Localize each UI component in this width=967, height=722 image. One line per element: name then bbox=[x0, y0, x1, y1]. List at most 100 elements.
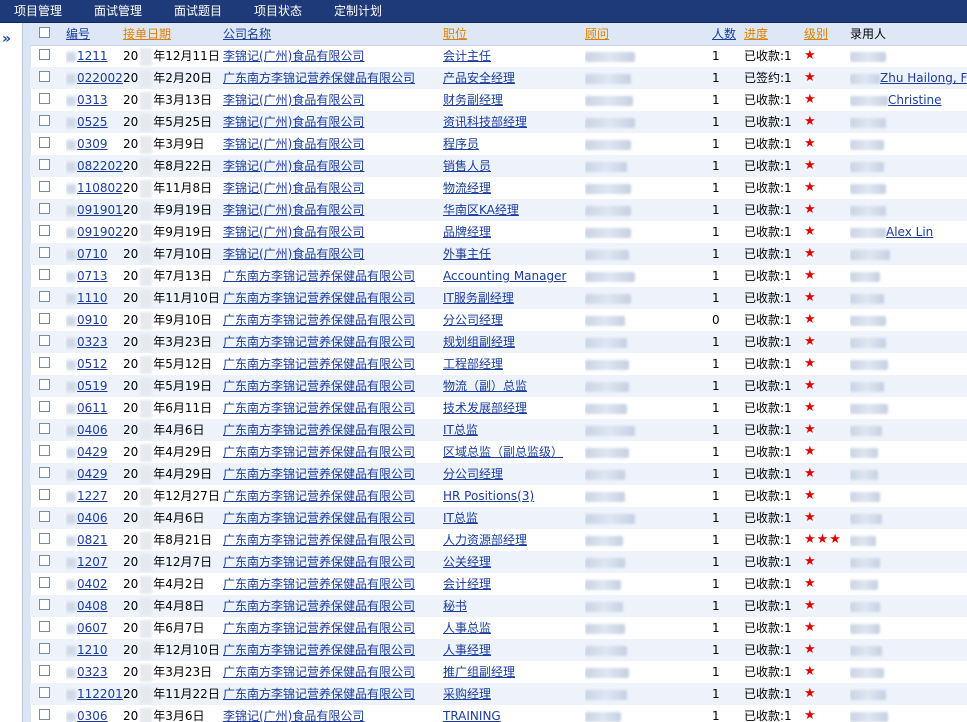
job-link[interactable]: 程序员 bbox=[443, 137, 479, 151]
row-checkbox[interactable] bbox=[39, 599, 50, 610]
project-id-link[interactable]: 0406 bbox=[77, 423, 108, 437]
row-checkbox[interactable] bbox=[39, 379, 50, 390]
company-link[interactable]: 广东南方李锦记营养保健品有限公司 bbox=[223, 555, 415, 569]
project-id-link[interactable]: 022002 bbox=[77, 71, 123, 85]
job-link[interactable]: 技术发展部经理 bbox=[443, 401, 527, 415]
job-link[interactable]: 会计主任 bbox=[443, 49, 491, 63]
job-link[interactable]: 区域总监（副总监级） bbox=[443, 445, 563, 459]
project-id-link[interactable]: 0821 bbox=[77, 533, 108, 547]
job-link[interactable]: 华南区KA经理 bbox=[443, 203, 519, 217]
company-link[interactable]: 李锦记(广州)食品有限公司 bbox=[223, 203, 364, 217]
job-link[interactable]: 分公司经理 bbox=[443, 467, 503, 481]
job-link[interactable]: IT总监 bbox=[443, 511, 478, 525]
company-link[interactable]: 广东南方李锦记营养保健品有限公司 bbox=[223, 423, 415, 437]
company-link[interactable]: 李锦记(广州)食品有限公司 bbox=[223, 181, 364, 195]
row-checkbox[interactable] bbox=[39, 49, 50, 60]
job-link[interactable]: 规划组副经理 bbox=[443, 335, 515, 349]
row-checkbox[interactable] bbox=[39, 269, 50, 280]
recorder-link[interactable]: Christine bbox=[888, 93, 942, 107]
project-id-link[interactable]: 0525 bbox=[77, 115, 108, 129]
project-id-link[interactable]: 0710 bbox=[77, 247, 108, 261]
job-link[interactable]: 会计经理 bbox=[443, 577, 491, 591]
job-link[interactable]: 采购经理 bbox=[443, 687, 491, 701]
row-checkbox[interactable] bbox=[39, 665, 50, 676]
company-link[interactable]: 广东南方李锦记营养保健品有限公司 bbox=[223, 687, 415, 701]
row-checkbox[interactable] bbox=[39, 687, 50, 698]
job-link[interactable]: 物流（副）总监 bbox=[443, 379, 527, 393]
company-link[interactable]: 李锦记(广州)食品有限公司 bbox=[223, 709, 364, 722]
job-link[interactable]: 物流经理 bbox=[443, 181, 491, 195]
project-id-link[interactable]: 091901 bbox=[77, 203, 123, 217]
company-link[interactable]: 广东南方李锦记营养保健品有限公司 bbox=[223, 577, 415, 591]
project-id-link[interactable]: 1110 bbox=[77, 291, 108, 305]
column-header-adviser[interactable]: 顾问 bbox=[585, 23, 710, 45]
project-id-link[interactable]: 0323 bbox=[77, 335, 108, 349]
job-link[interactable]: 资讯科技部经理 bbox=[443, 115, 527, 129]
row-checkbox[interactable] bbox=[39, 423, 50, 434]
company-link[interactable]: 广东南方李锦记营养保健品有限公司 bbox=[223, 445, 415, 459]
project-id-link[interactable]: 0512 bbox=[77, 357, 108, 371]
job-link[interactable]: 品牌经理 bbox=[443, 225, 491, 239]
row-checkbox[interactable] bbox=[39, 533, 50, 544]
company-link[interactable]: 广东南方李锦记营养保健品有限公司 bbox=[223, 291, 415, 305]
project-id-link[interactable]: 0306 bbox=[77, 709, 108, 722]
job-link[interactable]: 工程部经理 bbox=[443, 357, 503, 371]
menu-project-status[interactable]: 项目状态 bbox=[254, 0, 302, 22]
column-header-count[interactable]: 人数 bbox=[712, 23, 742, 45]
menu-interview-questions[interactable]: 面试题目 bbox=[174, 0, 222, 22]
company-link[interactable]: 李锦记(广州)食品有限公司 bbox=[223, 159, 364, 173]
job-link[interactable]: HR Positions(3) bbox=[443, 489, 534, 503]
menu-custom-plan[interactable]: 定制计划 bbox=[334, 0, 382, 22]
company-link[interactable]: 广东南方李锦记营养保健品有限公司 bbox=[223, 379, 415, 393]
row-checkbox[interactable] bbox=[39, 159, 50, 170]
project-id-link[interactable]: 0519 bbox=[77, 379, 108, 393]
column-header-progress[interactable]: 进度 bbox=[744, 23, 802, 45]
row-checkbox[interactable] bbox=[39, 577, 50, 588]
row-checkbox[interactable] bbox=[39, 621, 50, 632]
company-link[interactable]: 李锦记(广州)食品有限公司 bbox=[223, 49, 364, 63]
job-link[interactable]: 产品安全经理 bbox=[443, 71, 515, 85]
job-link[interactable]: 推广组副经理 bbox=[443, 665, 515, 679]
row-checkbox[interactable] bbox=[39, 247, 50, 258]
company-link[interactable]: 李锦记(广州)食品有限公司 bbox=[223, 247, 364, 261]
job-link[interactable]: IT总监 bbox=[443, 423, 478, 437]
job-link[interactable]: 销售人员 bbox=[443, 159, 491, 173]
row-checkbox[interactable] bbox=[39, 335, 50, 346]
menu-interview-management[interactable]: 面试管理 bbox=[94, 0, 142, 22]
double-chevron-right-icon[interactable]: » bbox=[2, 32, 18, 46]
project-id-link[interactable]: 091902 bbox=[77, 225, 123, 239]
job-link[interactable]: 人事经理 bbox=[443, 643, 491, 657]
project-id-link[interactable]: 0910 bbox=[77, 313, 108, 327]
company-link[interactable]: 广东南方李锦记营养保健品有限公司 bbox=[223, 401, 415, 415]
company-link[interactable]: 广东南方李锦记营养保健品有限公司 bbox=[223, 489, 415, 503]
row-checkbox[interactable] bbox=[39, 401, 50, 412]
row-checkbox[interactable] bbox=[39, 357, 50, 368]
project-id-link[interactable]: 1227 bbox=[77, 489, 108, 503]
company-link[interactable]: 广东南方李锦记营养保健品有限公司 bbox=[223, 467, 415, 481]
recorder-link[interactable]: Alex Lin bbox=[886, 225, 933, 239]
project-id-link[interactable]: 0309 bbox=[77, 137, 108, 151]
row-checkbox[interactable] bbox=[39, 643, 50, 654]
project-id-link[interactable]: 0402 bbox=[77, 577, 108, 591]
row-checkbox[interactable] bbox=[39, 555, 50, 566]
project-id-link[interactable]: 0713 bbox=[77, 269, 108, 283]
column-header-job[interactable]: 职位 bbox=[443, 23, 583, 45]
project-id-link[interactable]: 0408 bbox=[77, 599, 108, 613]
row-checkbox[interactable] bbox=[39, 181, 50, 192]
row-checkbox[interactable] bbox=[39, 71, 50, 82]
job-link[interactable]: 外事主任 bbox=[443, 247, 491, 261]
company-link[interactable]: 广东南方李锦记营养保健品有限公司 bbox=[223, 313, 415, 327]
project-id-link[interactable]: 112201 bbox=[77, 687, 123, 701]
job-link[interactable]: 财务副经理 bbox=[443, 93, 503, 107]
project-id-link[interactable]: 0323 bbox=[77, 665, 108, 679]
job-link[interactable]: 人力资源部经理 bbox=[443, 533, 527, 547]
company-link[interactable]: 李锦记(广州)食品有限公司 bbox=[223, 93, 364, 107]
job-link[interactable]: 秘书 bbox=[443, 599, 467, 613]
company-link[interactable]: 广东南方李锦记营养保健品有限公司 bbox=[223, 71, 415, 85]
menu-project-management[interactable]: 项目管理 bbox=[14, 0, 62, 22]
company-link[interactable]: 广东南方李锦记营养保健品有限公司 bbox=[223, 357, 415, 371]
row-checkbox[interactable] bbox=[39, 203, 50, 214]
project-id-link[interactable]: 0607 bbox=[77, 621, 108, 635]
project-id-link[interactable]: 082202 bbox=[77, 159, 123, 173]
row-checkbox[interactable] bbox=[39, 511, 50, 522]
